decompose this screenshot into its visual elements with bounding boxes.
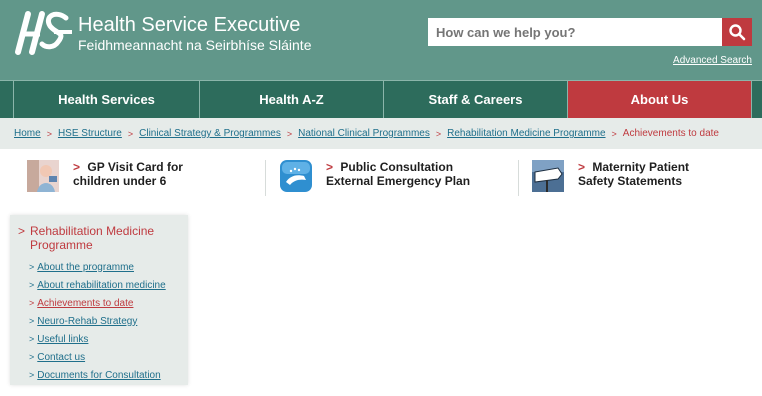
breadcrumb-clinical-strategy[interactable]: Clinical Strategy & Programmes xyxy=(139,128,281,139)
side-link-about-programme[interactable]: > About the programme xyxy=(18,258,180,276)
chevron-right-icon: > xyxy=(18,224,26,238)
chevron-right-icon: > xyxy=(29,370,35,380)
promo-label: GP Visit Card for children under 6 xyxy=(73,160,183,188)
breadcrumb-rehab-medicine-programme[interactable]: Rehabilitation Medicine Programme xyxy=(447,128,605,139)
side-link-achievements[interactable]: > Achievements to date xyxy=(18,294,180,312)
nav-health-a-z[interactable]: Health A-Z xyxy=(199,81,383,118)
chevron-right-icon: > xyxy=(46,128,52,139)
promo-gp-visit-card[interactable]: > GP Visit Card for children under 6 xyxy=(27,160,223,192)
child-photo-icon xyxy=(27,160,59,192)
promo-maternity-safety[interactable]: > Maternity Patient Safety Statements xyxy=(532,160,728,192)
chevron-right-icon: > xyxy=(435,128,442,139)
promo-label: Public Consultation External Emergency P… xyxy=(326,160,471,188)
side-link-contact-us[interactable]: > Contact us xyxy=(18,348,180,366)
chevron-right-icon: > xyxy=(127,128,134,139)
chevron-right-icon: > xyxy=(611,128,617,139)
chevron-right-icon: > xyxy=(29,334,35,344)
side-menu: > Rehabilitation Medicine Programme > Ab… xyxy=(10,215,188,385)
chevron-right-icon: > xyxy=(29,280,35,290)
breadcrumb-hse-structure[interactable]: HSE Structure xyxy=(58,128,122,139)
chevron-right-icon: > xyxy=(73,160,81,174)
search-input[interactable] xyxy=(428,18,722,46)
promo-public-consultation[interactable]: > Public Consultation External Emergency… xyxy=(280,160,476,192)
chevron-right-icon: > xyxy=(326,160,334,174)
nav-health-services[interactable]: Health Services xyxy=(13,81,199,118)
chevron-right-icon: > xyxy=(29,316,35,326)
promo-divider xyxy=(518,160,519,196)
chevron-right-icon: > xyxy=(286,128,293,139)
side-link-label: Useful links xyxy=(37,333,89,345)
main-nav: Health Services Health A-Z Staff & Caree… xyxy=(0,80,762,118)
chevron-right-icon: > xyxy=(29,298,35,308)
side-link-label: Contact us xyxy=(37,351,86,363)
org-name[interactable]: Health Service Executive xyxy=(78,14,300,36)
search-icon xyxy=(729,24,746,41)
nav-label: Staff & Careers xyxy=(428,92,523,107)
side-link-label: Neuro-Rehab Strategy xyxy=(37,315,138,327)
side-link-label: About the programme xyxy=(37,261,134,273)
chevron-right-icon: > xyxy=(29,352,35,362)
side-link-neuro-rehab[interactable]: > Neuro-Rehab Strategy xyxy=(18,312,180,330)
nav-label: About Us xyxy=(630,92,689,107)
nav-staff-careers[interactable]: Staff & Careers xyxy=(383,81,567,118)
nav-divider xyxy=(751,81,762,118)
hse-logo-icon[interactable] xyxy=(14,8,74,56)
promo-divider xyxy=(265,160,266,196)
breadcrumb: Home > HSE Structure > Clinical Strategy… xyxy=(0,118,762,149)
hand-icon xyxy=(280,160,312,192)
maternity-sign-photo-icon xyxy=(532,160,564,192)
side-link-about-rehab-medicine[interactable]: > About rehabilitation medicine xyxy=(18,276,180,294)
breadcrumb-home[interactable]: Home xyxy=(14,128,41,139)
search-button[interactable] xyxy=(722,18,752,46)
side-link-label: About rehabilitation medicine xyxy=(37,279,166,291)
site-header: Health Service Executive Feidhmeannacht … xyxy=(0,0,762,80)
nav-label: Health Services xyxy=(58,92,155,107)
side-link-useful-links[interactable]: > Useful links xyxy=(18,330,180,348)
breadcrumb-current: Achievements to date xyxy=(622,128,719,139)
org-subtitle[interactable]: Feidhmeannacht na Seirbhíse Sláinte xyxy=(78,37,311,53)
side-menu-links: > About the programme > About rehabilita… xyxy=(18,258,180,384)
chevron-right-icon: > xyxy=(578,160,586,174)
advanced-search-link[interactable]: Advanced Search xyxy=(673,55,752,66)
breadcrumb-national-clinical-programmes[interactable]: National Clinical Programmes xyxy=(298,128,430,139)
nav-label: Health A-Z xyxy=(259,92,324,107)
side-link-documents-consultation[interactable]: > Documents for Consultation xyxy=(18,366,180,384)
side-link-label: Achievements to date xyxy=(37,297,134,309)
chevron-right-icon: > xyxy=(29,262,35,272)
side-menu-title-label: Rehabilitation Medicine Programme xyxy=(30,224,155,252)
nav-about-us[interactable]: About Us xyxy=(567,81,751,118)
promo-label: Maternity Patient Safety Statements xyxy=(578,160,690,188)
side-menu-title[interactable]: > Rehabilitation Medicine Programme xyxy=(18,224,180,252)
side-link-label: Documents for Consultation xyxy=(37,369,161,381)
